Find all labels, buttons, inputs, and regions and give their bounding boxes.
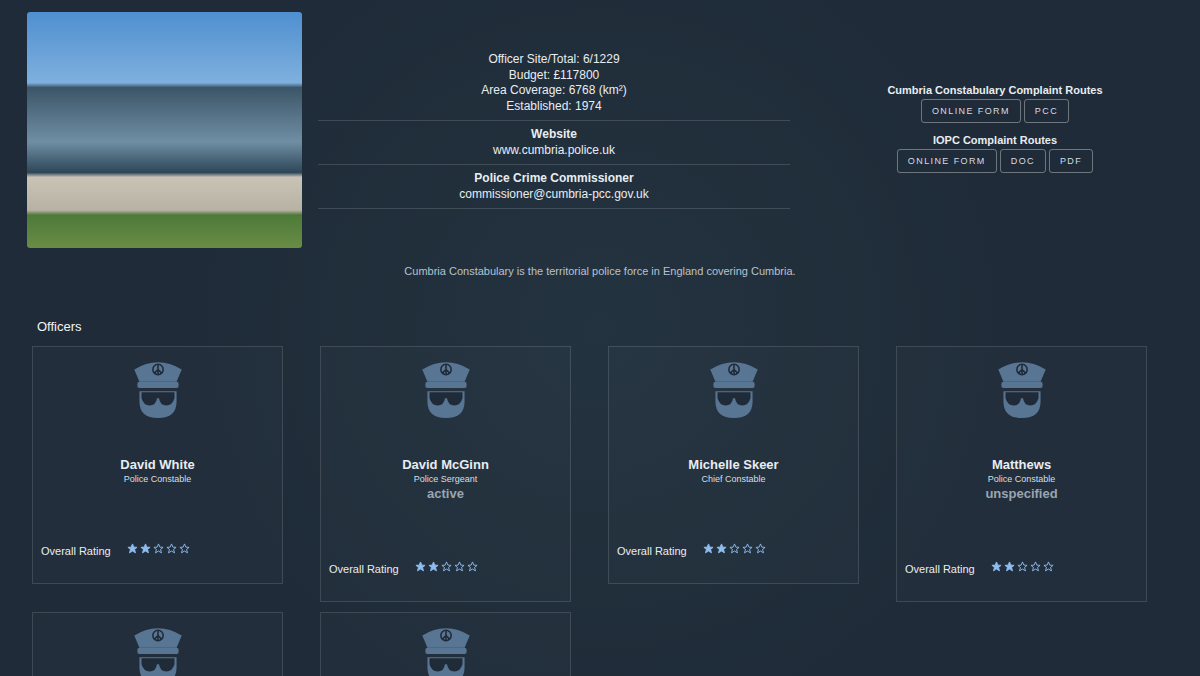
- rating-row: Overall Rating: [905, 558, 1138, 575]
- rating-row: Overall Rating: [329, 558, 562, 575]
- route-group: IOPC Complaint Routes ONLINE FORMDOCPDF: [897, 134, 1093, 173]
- star-filled-icon: [428, 561, 439, 572]
- star-rating: [127, 543, 190, 554]
- star-empty-icon: [441, 561, 452, 572]
- star-filled-icon: [991, 561, 1002, 572]
- officer-icon: [125, 354, 191, 420]
- route-group: Cumbria Constabulary Complaint Routes ONL…: [887, 84, 1102, 123]
- officer-name: Michelle Skeer: [688, 457, 778, 473]
- route-button[interactable]: DOC: [1000, 149, 1046, 173]
- officer-card[interactable]: Michelle SkeerChief Constable Overall Rat…: [608, 346, 859, 584]
- pcc-email[interactable]: commissioner@cumbria-pcc.gov.uk: [318, 187, 790, 203]
- star-filled-icon: [127, 543, 138, 554]
- officer-icon: [701, 354, 767, 420]
- officers-heading: Officers: [37, 319, 1200, 334]
- force-page: Officer Site/Total: 6/1229Budget: £11780…: [0, 0, 1200, 676]
- rating-label: Overall Rating: [329, 563, 399, 575]
- star-empty-icon: [153, 543, 164, 554]
- officer-name: Matthews: [992, 457, 1051, 473]
- force-info: Officer Site/Total: 6/1229Budget: £11780…: [318, 12, 790, 248]
- officer-rank: Police Constable: [988, 473, 1056, 485]
- officer-icon: [413, 620, 479, 676]
- route-title: Cumbria Constabulary Complaint Routes: [887, 84, 1102, 96]
- force-description: Cumbria Constabulary is the territorial …: [0, 265, 1200, 277]
- officer-icon: [413, 354, 479, 420]
- star-empty-icon: [729, 543, 740, 554]
- star-rating: [703, 543, 766, 554]
- officer-rank: Police Sergeant: [414, 473, 478, 485]
- star-empty-icon: [1030, 561, 1041, 572]
- officer-status: active: [427, 485, 464, 503]
- officer-card[interactable]: David McGinnPolice Sergeantactive Overall…: [320, 346, 571, 602]
- stat-line: Officer Site/Total: 6/1229: [318, 52, 790, 68]
- star-empty-icon: [1017, 561, 1028, 572]
- star-empty-icon: [166, 543, 177, 554]
- star-empty-icon: [467, 561, 478, 572]
- officer-status: unspecified: [985, 485, 1057, 503]
- star-empty-icon: [1043, 561, 1054, 572]
- officer-icon: [989, 354, 1055, 420]
- website-link[interactable]: www.cumbria.police.uk: [318, 143, 790, 159]
- route-buttons: ONLINE FORMDOCPDF: [897, 149, 1093, 173]
- headquarters-photo: [27, 12, 302, 248]
- pcc-label: Police Crime Commissioner: [318, 171, 790, 187]
- stat-line: Budget: £117800: [318, 68, 790, 84]
- officer-rank: Chief Constable: [701, 473, 765, 485]
- pcc-block: Police Crime Commissionercommissioner@cu…: [318, 165, 790, 209]
- officer-card[interactable]: [320, 612, 571, 676]
- route-buttons: ONLINE FORMPCC: [921, 99, 1069, 123]
- officer-card[interactable]: MatthewsPolice Constableunspecified Overa…: [896, 346, 1147, 602]
- officer-card[interactable]: David WhitePolice Constable Overall Ratin…: [32, 346, 283, 584]
- star-empty-icon: [755, 543, 766, 554]
- star-filled-icon: [1004, 561, 1015, 572]
- stat-line: Established: 1974: [318, 99, 790, 115]
- route-button[interactable]: PCC: [1024, 99, 1069, 123]
- officer-card[interactable]: [32, 612, 283, 676]
- website-label: Website: [318, 127, 790, 143]
- rating-label: Overall Rating: [905, 563, 975, 575]
- stat-line: Area Coverage: 6768 (km²): [318, 83, 790, 99]
- website-block: Websitewww.cumbria.police.uk: [318, 121, 790, 165]
- complaint-routes: Cumbria Constabulary Complaint Routes ONL…: [790, 12, 1200, 248]
- star-filled-icon: [703, 543, 714, 554]
- route-button[interactable]: ONLINE FORM: [897, 149, 997, 173]
- route-title: IOPC Complaint Routes: [933, 134, 1057, 146]
- rating-row: Overall Rating: [41, 540, 274, 557]
- star-empty-icon: [454, 561, 465, 572]
- officer-grid: David WhitePolice ConstableOverall Ratin…: [0, 346, 1200, 676]
- star-filled-icon: [716, 543, 727, 554]
- officer-name: David McGinn: [402, 457, 489, 473]
- star-filled-icon: [415, 561, 426, 572]
- officer-icon: [125, 620, 191, 676]
- star-rating: [415, 561, 478, 572]
- officer-rank: Police Constable: [124, 473, 192, 485]
- star-empty-icon: [179, 543, 190, 554]
- force-stats: Officer Site/Total: 6/1229Budget: £11780…: [318, 46, 790, 121]
- rating-label: Overall Rating: [617, 545, 687, 557]
- route-button[interactable]: PDF: [1049, 149, 1093, 173]
- star-empty-icon: [742, 543, 753, 554]
- force-header: Officer Site/Total: 6/1229Budget: £11780…: [0, 12, 1200, 248]
- route-button[interactable]: ONLINE FORM: [921, 99, 1021, 123]
- rating-row: Overall Rating: [617, 540, 850, 557]
- rating-label: Overall Rating: [41, 545, 111, 557]
- officer-name: David White: [120, 457, 194, 473]
- star-filled-icon: [140, 543, 151, 554]
- star-rating: [991, 561, 1054, 572]
